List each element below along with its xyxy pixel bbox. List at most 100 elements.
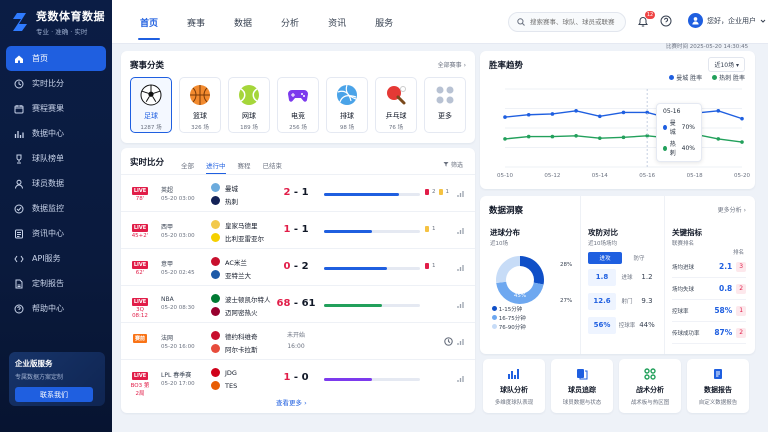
away-team[interactable]: 迈阿密热火 xyxy=(211,305,271,318)
pending-status: 未开始 xyxy=(286,332,305,339)
filter-button[interactable]: 筛选 xyxy=(443,160,463,169)
data-point[interactable] xyxy=(503,115,507,119)
data-point[interactable] xyxy=(503,137,507,141)
sidebar-item-schedule[interactable]: 赛程赛果 xyxy=(6,96,106,121)
sport-tile-soccer[interactable]: 足球 1287 场 xyxy=(130,77,172,133)
search-box[interactable] xyxy=(508,12,626,32)
sport-tile-more[interactable]: 更多 xyxy=(424,77,466,133)
filter-live[interactable]: 进行中 xyxy=(206,160,226,174)
tab-home[interactable]: 首页 xyxy=(130,0,168,44)
match-row[interactable]: LIVE BO3 第2局 LPL 春季赛 05-20 17:00 JDG TES 1… xyxy=(121,359,475,397)
match-row[interactable]: LIVE 3Q 08:12 NBA 05-20 08:30 波士顿凯尔特人 迈阿密热… xyxy=(121,285,475,322)
quick-player-track[interactable]: 球员追踪 球员数据与状态 xyxy=(551,359,613,413)
home-team[interactable]: JDG xyxy=(211,366,237,379)
sport-tile-tennis[interactable]: 网球 189 场 xyxy=(228,77,270,133)
quick-tactics[interactable]: 战术分析 战术板与热区图 xyxy=(619,359,681,413)
quick-team-analysis[interactable]: 球队分析 多维度球队表现 xyxy=(483,359,545,413)
sport-tile-basketball[interactable]: 篮球 326 场 xyxy=(179,77,221,133)
alarm-clock-icon[interactable] xyxy=(444,337,453,346)
brand[interactable]: 竞数体育数据 专业 · 准确 · 实时 xyxy=(10,8,105,36)
data-point[interactable] xyxy=(740,140,744,144)
donut-slice[interactable] xyxy=(496,256,520,284)
sidebar-item-live[interactable]: 实时比分 xyxy=(6,71,106,96)
data-point[interactable] xyxy=(550,134,555,139)
sidebar-item-label: 球队榜单 xyxy=(32,154,64,163)
sport-tile-esports[interactable]: 电竞 256 场 xyxy=(277,77,319,133)
match-row[interactable]: LIVE 78' 英超 05-20 03:00 曼城 热刺 2 - 121 xyxy=(121,174,475,211)
defense-tab[interactable]: 防守 xyxy=(622,252,656,264)
stats-bars-icon[interactable] xyxy=(457,338,465,345)
stats-bars-icon[interactable] xyxy=(457,227,465,234)
filter-schedule[interactable]: 赛程 xyxy=(238,160,251,170)
more-analysis-link[interactable]: 更多分析 › xyxy=(718,205,746,214)
data-point[interactable] xyxy=(598,136,602,140)
contact-button[interactable]: 联系我们 xyxy=(15,387,93,402)
match-row[interactable]: LIVE 62' 意甲 05-20 02:45 AC米兰 亚特兰大 0 - 2 1 xyxy=(121,248,475,285)
stats-bars-icon[interactable] xyxy=(457,190,465,197)
sidebar-item-label: 资讯中心 xyxy=(32,229,64,238)
away-team[interactable]: 比利亚雷亚尔 xyxy=(211,231,264,244)
sidebar-item-label: 实时比分 xyxy=(32,79,64,88)
data-point[interactable] xyxy=(716,109,721,113)
tooltip-swatch xyxy=(663,145,667,151)
search-input[interactable] xyxy=(530,18,618,26)
away-team[interactable]: 亚特兰大 xyxy=(211,268,251,281)
quick-report[interactable]: 数据报告 自定义数据报告 xyxy=(687,359,749,413)
tab-service[interactable]: 服务 xyxy=(365,0,403,44)
away-team[interactable]: 热刺 xyxy=(211,194,238,207)
data-point[interactable] xyxy=(574,109,578,113)
data-point[interactable] xyxy=(621,110,626,115)
attack-tab[interactable]: 进攻 xyxy=(588,252,622,264)
tab-news[interactable]: 资讯 xyxy=(318,0,356,44)
sidebar-item-api[interactable]: API服务 xyxy=(6,246,106,271)
view-more-link[interactable]: 查看更多 › xyxy=(276,397,307,407)
match-row[interactable]: LIVE 45+2' 西甲 05-20 03:00 皇家马德里 比利亚雷亚尔 1 -… xyxy=(121,211,475,248)
tab-data[interactable]: 数据 xyxy=(224,0,262,44)
sidebar-item-home[interactable]: 首页 xyxy=(6,46,106,71)
sidebar-item-news[interactable]: 资讯中心 xyxy=(6,221,106,246)
stats-bars-icon[interactable] xyxy=(457,264,465,271)
data-point[interactable] xyxy=(740,116,744,121)
legend-swatch xyxy=(492,306,497,311)
data-point[interactable] xyxy=(598,114,602,119)
stats-bars-icon[interactable] xyxy=(457,301,465,308)
home-team[interactable]: AC米兰 xyxy=(211,255,251,268)
home-team[interactable]: 德约科维奇 xyxy=(211,329,258,342)
tennis-ball-icon xyxy=(239,85,259,105)
home-team[interactable]: 皇家马德里 xyxy=(211,218,264,231)
away-team[interactable]: TES xyxy=(211,379,237,392)
match-row[interactable]: 赛前 法网 05-20 16:00 德约科维奇 阿尔卡拉斯 未开始 16:00 xyxy=(121,322,475,359)
all-events-link[interactable]: 全部赛事 › xyxy=(438,60,466,69)
data-point[interactable] xyxy=(621,135,626,140)
data-point[interactable] xyxy=(716,137,721,141)
sidebar-item-data[interactable]: 数据中心 xyxy=(6,121,106,146)
sport-tile-volleyball[interactable]: 排球 98 场 xyxy=(326,77,368,133)
help-circle-icon[interactable] xyxy=(660,15,672,27)
home-team[interactable]: 波士顿凯尔特人 xyxy=(211,292,271,305)
tab-events[interactable]: 赛事 xyxy=(177,0,215,44)
match-score: 68 - 61 xyxy=(276,298,316,309)
sidebar-item-help[interactable]: 帮助中心 xyxy=(6,296,106,321)
data-point[interactable] xyxy=(526,112,531,117)
sidebar-item-teams[interactable]: 球队榜单 xyxy=(6,146,106,171)
sport-tile-pingpong[interactable]: 乒乓球 76 场 xyxy=(375,77,417,133)
stats-bars-icon[interactable] xyxy=(457,375,465,382)
red-card-icon xyxy=(425,263,429,269)
team-crest-icon xyxy=(211,344,220,353)
home-team[interactable]: 曼城 xyxy=(211,181,238,194)
sidebar-item-monitor[interactable]: 数据监控 xyxy=(6,196,106,221)
data-point[interactable] xyxy=(574,134,578,138)
pingpong-icon xyxy=(387,86,406,105)
tab-analysis[interactable]: 分析 xyxy=(271,0,309,44)
user-menu[interactable]: 您好，企业用户 xyxy=(688,13,766,28)
away-team[interactable]: 阿尔卡拉斯 xyxy=(211,342,258,355)
range-select[interactable]: 近10场 ▾ xyxy=(708,57,745,72)
sidebar-item-players[interactable]: 球员数据 xyxy=(6,171,106,196)
filter-finished[interactable]: 已结束 xyxy=(263,160,283,170)
data-point[interactable] xyxy=(526,134,531,139)
filter-all[interactable]: 全部 xyxy=(181,160,194,170)
data-point[interactable] xyxy=(550,112,555,116)
match-teams: AC米兰 亚特兰大 xyxy=(211,255,251,281)
sidebar-item-report[interactable]: 定制报告 xyxy=(6,271,106,296)
donut-slice[interactable] xyxy=(520,256,544,285)
